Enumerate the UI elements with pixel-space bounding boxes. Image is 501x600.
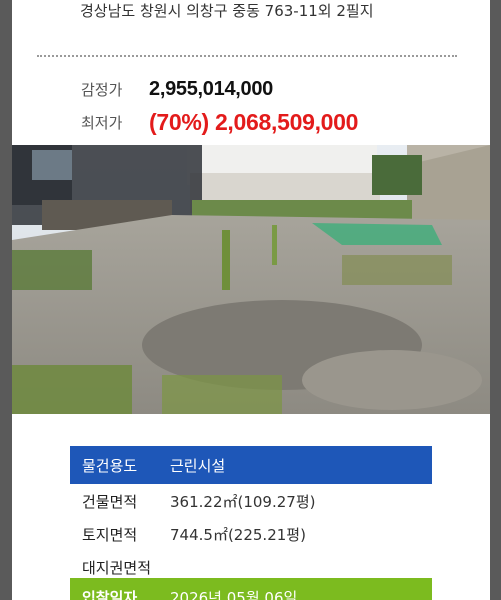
minimum-price-value: (70%) 2,068,509,000: [149, 108, 359, 135]
appraisal-value: 2,955,014,000: [149, 77, 274, 100]
minimum-price-row: 최저가 (70%) 2,068,509,000: [81, 107, 358, 137]
minimum-label: 최저가: [81, 113, 123, 132]
listing-address: 경상남도 창원시 의창구 중동 763-11외 2필지: [80, 2, 374, 20]
usage-row: 물건용도 근린시설: [70, 446, 432, 484]
sale-date-value: 2026년 05월 06일: [170, 588, 298, 600]
usage-value: 근린시설: [170, 456, 226, 475]
appraisal-label: 감정가: [81, 80, 123, 99]
building-area-label: 건물면적: [82, 492, 138, 511]
property-photo[interactable]: [12, 145, 490, 414]
appraisal-row: 감정가 2,955,014,000: [81, 74, 273, 104]
property-photo-image: [12, 145, 490, 414]
building-area-value: 361.22㎡(109.27평): [170, 492, 316, 511]
land-area-label: 토지면적: [82, 525, 138, 544]
sale-date-label: 입찰일자: [82, 588, 138, 600]
usage-label: 물건용도: [82, 456, 138, 475]
land-area-value: 744.5㎡(225.21평): [170, 525, 306, 544]
dotted-divider: [37, 55, 457, 57]
land-right-label: 대지권면적: [82, 558, 152, 577]
listing-card[interactable]: 경상남도 창원시 의창구 중동 763-11외 2필지 감정가 2,955,01…: [12, 0, 490, 600]
sale-date-row: 입찰일자 2026년 05월 06일: [70, 578, 432, 600]
